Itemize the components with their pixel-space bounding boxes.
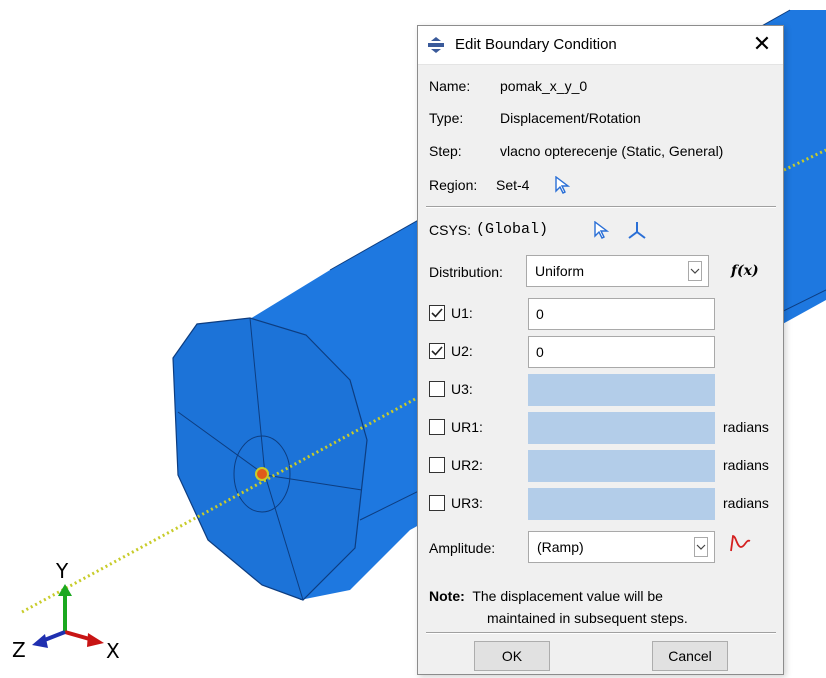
step-value: vlacno opterecenje (Static, General) (500, 143, 724, 159)
distribution-select[interactable]: Uniform (526, 255, 709, 287)
u1-row[interactable]: U1: (429, 298, 539, 330)
y-axis-label: Y (55, 559, 69, 583)
note-label: Note: (429, 588, 465, 604)
ur1-label: UR1: (451, 419, 483, 435)
region-label: Region: (429, 177, 478, 193)
csys-pick-arrow-icon[interactable] (593, 221, 609, 239)
csys-value: (Global) (476, 221, 549, 238)
ur3-unit: radians (723, 495, 769, 511)
ur2-label: UR2: (451, 457, 483, 473)
u1-checkbox[interactable] (429, 305, 445, 321)
chevron-down-icon[interactable] (688, 261, 702, 281)
ur1-input (528, 412, 715, 444)
region-value: Set-4 (496, 177, 530, 193)
region-row: Region: (429, 177, 477, 193)
u1-value: 0 (536, 306, 544, 322)
separator (426, 206, 776, 208)
dialog-title: Edit Boundary Condition (455, 36, 617, 53)
dialog-titlebar[interactable]: Edit Boundary Condition ✕ (418, 26, 783, 65)
name-value: pomak_x_y_0 (500, 78, 588, 94)
ur3-row[interactable]: UR3: (429, 488, 539, 520)
type-row: Type: (429, 110, 463, 126)
note-text-2: maintained in subsequent steps. (487, 610, 688, 626)
step-label: Step: (429, 143, 462, 159)
z-axis-label: Z (12, 638, 26, 662)
csys-label: CSYS: (429, 222, 472, 238)
cancel-button[interactable]: Cancel (652, 641, 728, 671)
ur3-checkbox[interactable] (429, 495, 445, 511)
u2-value: 0 (536, 344, 544, 360)
amplitude-select[interactable]: (Ramp) (528, 531, 715, 563)
function-fx-icon[interactable]: f(x) (731, 263, 759, 279)
name-row: Name: (429, 78, 470, 94)
ur2-input (528, 450, 715, 482)
u3-row[interactable]: U3: (429, 374, 539, 406)
region-pick-arrow-icon[interactable] (554, 176, 570, 194)
u3-checkbox[interactable] (429, 381, 445, 397)
name-label: Name: (429, 78, 471, 94)
ur1-row[interactable]: UR1: (429, 412, 539, 444)
u2-row[interactable]: U2: (429, 336, 539, 368)
u1-input[interactable]: 0 (528, 298, 715, 330)
ur2-unit: radians (723, 457, 769, 473)
ur3-input (528, 488, 715, 520)
ur1-unit: radians (723, 419, 769, 435)
center-marker (255, 467, 269, 481)
ok-button[interactable]: OK (474, 641, 550, 671)
z-axis-arrow (32, 634, 48, 648)
distribution-label: Distribution: (429, 264, 503, 280)
u2-checkbox[interactable] (429, 343, 445, 359)
u3-label: U3: (451, 381, 473, 397)
u2-input[interactable]: 0 (528, 336, 715, 368)
chevron-down-icon[interactable] (694, 537, 708, 557)
amplitude-label: Amplitude: (429, 540, 496, 556)
separator (426, 632, 776, 634)
y-axis-arrow (58, 584, 72, 596)
x-axis-arrow (87, 633, 104, 647)
u3-input (528, 374, 715, 406)
x-axis-label: X (106, 639, 120, 663)
note-text-1: The displacement value will be (472, 588, 663, 604)
distribution-value: Uniform (535, 263, 585, 279)
boundary-condition-icon (428, 37, 444, 53)
ur2-checkbox[interactable] (429, 457, 445, 473)
csys-triad-icon[interactable] (626, 220, 648, 240)
close-icon[interactable]: ✕ (745, 28, 779, 62)
type-label: Type: (429, 110, 464, 126)
note-line-1: Note: The displacement value will be (429, 588, 663, 604)
ur2-row[interactable]: UR2: (429, 450, 539, 482)
amplitude-value: (Ramp) (537, 539, 584, 555)
type-value: Displacement/Rotation (500, 110, 641, 126)
step-row: Step: (429, 143, 462, 159)
amplitude-curve-icon[interactable] (729, 533, 753, 553)
ur1-checkbox[interactable] (429, 419, 445, 435)
edit-boundary-condition-dialog: Edit Boundary Condition ✕ Name: pomak_x_… (417, 25, 784, 675)
u2-label: U2: (451, 343, 473, 359)
ur3-label: UR3: (451, 495, 483, 511)
u1-label: U1: (451, 305, 473, 321)
